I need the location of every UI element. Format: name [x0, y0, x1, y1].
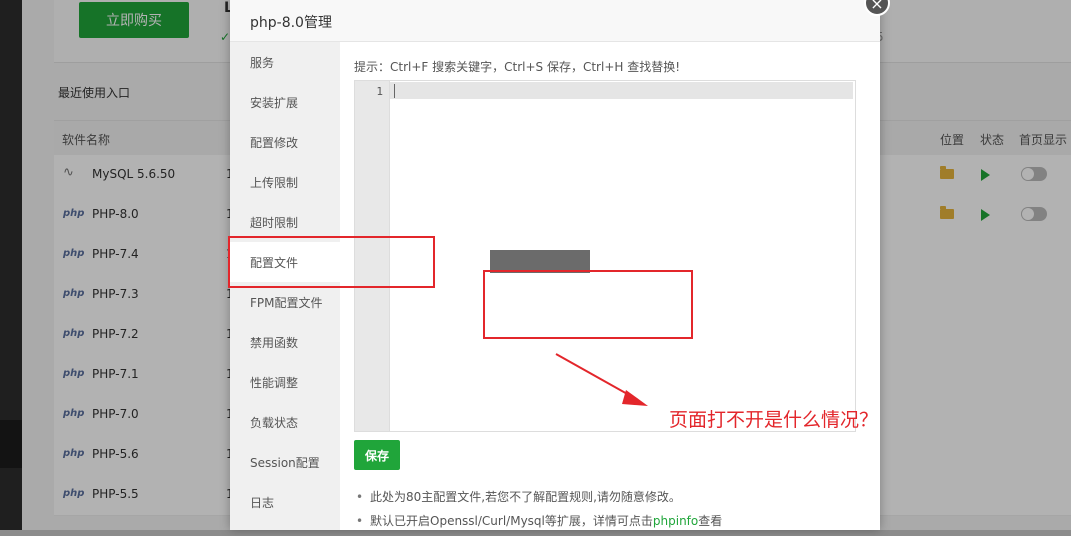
sidebar-item-label: 日志	[250, 496, 275, 510]
dialog-header: php-8.0管理	[230, 0, 880, 42]
sidebar-item-session-config[interactable]: Session配置	[230, 442, 340, 482]
note-item: 默认已开启Openssl/Curl/Mysql等扩展，详情可点击phpinfo查…	[354, 512, 874, 536]
sidebar-item-label: Session配置	[250, 456, 320, 470]
sidebar-item-label: 禁用函数	[250, 336, 299, 350]
sidebar-item-label: 服务	[250, 56, 275, 70]
note-suffix: 查看	[698, 514, 723, 528]
text-cursor	[394, 84, 395, 98]
sidebar-item-label: 安装扩展	[250, 96, 299, 110]
save-button[interactable]: 保存	[354, 440, 400, 470]
sidebar-item-config-modify[interactable]: 配置修改	[230, 122, 340, 162]
note-text: 此处为80主配置文件,若您不了解配置规则,请勿随意修改。	[370, 490, 681, 504]
annotation-highlight-config-file	[228, 236, 435, 288]
dialog-title: php-8.0管理	[250, 15, 332, 31]
sidebar-item-label: 配置修改	[250, 136, 299, 150]
annotation-highlight-editor	[483, 270, 693, 339]
sidebar-item-label: 负载状态	[250, 416, 299, 430]
sidebar-item-service[interactable]: 服务	[230, 42, 340, 82]
line-number: 1	[376, 85, 383, 98]
sidebar-item-fpm-config-file[interactable]: FPM配置文件	[230, 282, 340, 322]
help-notes: 此处为80主配置文件,若您不了解配置规则,请勿随意修改。 默认已开启Openss…	[354, 488, 874, 536]
sidebar-item-load-status[interactable]: 负载状态	[230, 402, 340, 442]
sidebar-item-label: FPM配置文件	[250, 296, 323, 310]
sidebar-item-label: 超时限制	[250, 216, 299, 230]
annotation-arrow-icon	[555, 353, 648, 406]
sidebar-item-label: 上传限制	[250, 176, 299, 190]
annotation-question: 页面打不开是什么情况？	[669, 409, 879, 431]
note-text: 默认已开启Openssl/Curl/Mysql等扩展，详情可点击	[370, 514, 653, 528]
sidebar-item-label: 性能调整	[250, 376, 299, 390]
note-item: 此处为80主配置文件,若您不了解配置规则,请勿随意修改。	[354, 488, 874, 512]
sidebar-item-log[interactable]: 日志	[230, 482, 340, 522]
active-line-highlight	[390, 82, 853, 99]
sidebar-item-install-extension[interactable]: 安装扩展	[230, 82, 340, 122]
sidebar-item-disabled-functions[interactable]: 禁用函数	[230, 322, 340, 362]
sidebar-item-performance-tuning[interactable]: 性能调整	[230, 362, 340, 402]
sidebar-item-upload-limit[interactable]: 上传限制	[230, 162, 340, 202]
shortcut-tip: 提示：Ctrl+F 搜索关键字，Ctrl+S 保存，Ctrl+H 查找替换!	[354, 60, 681, 74]
phpinfo-link[interactable]: phpinfo	[653, 514, 698, 528]
